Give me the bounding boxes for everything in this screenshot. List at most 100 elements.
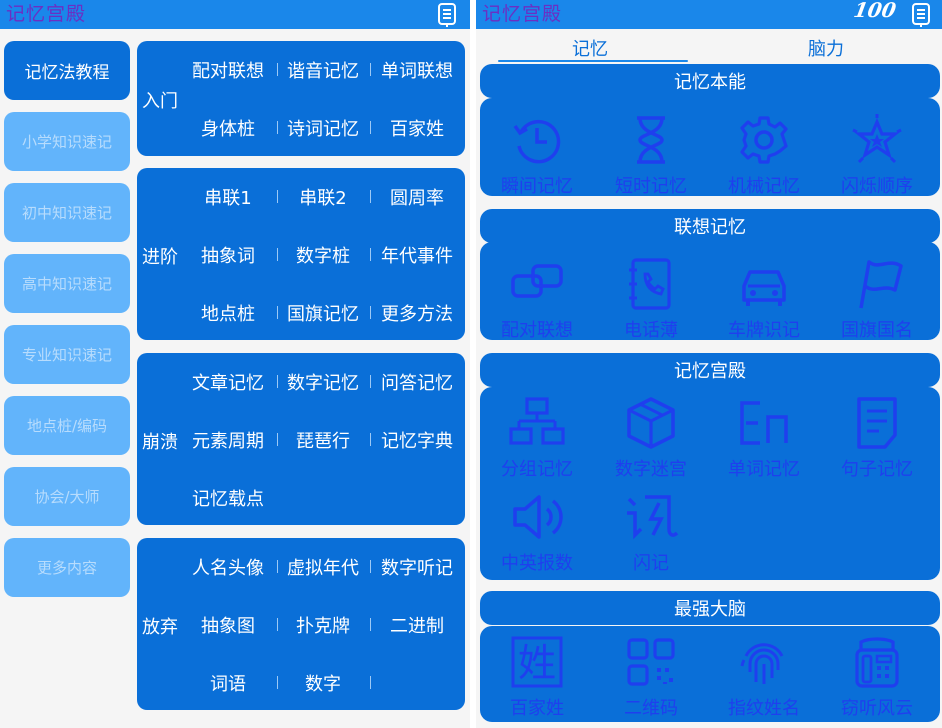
feature-item[interactable]: 窃听风云 [822, 626, 932, 719]
course-card: 放弃 人名头像 虚拟年代 数字听记 抽象图 扑克牌 二进制 词语 数字 [137, 538, 465, 710]
feature-label: 中英报数 [501, 553, 573, 574]
feature-label: 数字迷宫 [615, 459, 687, 480]
document-icon [857, 397, 897, 449]
course-item[interactable]: 抽象图 [180, 612, 276, 638]
course-item[interactable]: 元素周期 [180, 427, 276, 453]
qr-code-icon [627, 638, 675, 686]
sidebar-item[interactable]: 小学知识速记 [4, 112, 130, 171]
logo-100: 100 [851, 0, 898, 22]
tab-memory[interactable]: 记忆 [572, 35, 608, 61]
menu-icon[interactable] [436, 2, 458, 28]
course-item[interactable]: 数字 [275, 670, 371, 696]
feature-label: 二维码 [624, 698, 678, 719]
course-card: 入门 配对联想 谐音记忆 单词联想 身体桩 诗词记忆 百家姓 [137, 41, 465, 156]
feature-label: 瞬间记忆 [501, 176, 573, 197]
course-item[interactable]: 串联2 [275, 184, 371, 210]
surname-char-icon: 姓 [511, 636, 563, 688]
course-level-label: 进阶 [142, 247, 178, 268]
course-item[interactable]: 文章记忆 [180, 369, 276, 395]
surname-char: 姓 [518, 641, 556, 685]
feature-item[interactable]: 闪烁顺序 [822, 104, 932, 197]
sparkle-star-icon [852, 114, 902, 164]
section-header: 最强大脑 [480, 591, 940, 625]
sidebar-item[interactable]: 记忆法教程 [4, 41, 130, 100]
course-item[interactable]: 圆周率 [369, 184, 465, 210]
hourglass-icon [637, 116, 665, 164]
course-item[interactable]: 身体桩 [180, 115, 276, 141]
feature-label: 指纹姓名 [728, 698, 800, 719]
course-item[interactable]: 串联1 [180, 184, 276, 210]
feature-label: 车牌识记 [728, 320, 800, 341]
course-item[interactable]: 更多方法 [369, 300, 465, 326]
section-header: 记忆宫殿 [480, 353, 940, 387]
feature-item[interactable]: 姓百家姓 [482, 626, 592, 719]
sidebar-item[interactable]: 初中知识速记 [4, 183, 130, 242]
sidebar-item[interactable]: 协会/大师 [4, 467, 130, 526]
feature-item[interactable]: 中英报数 [482, 481, 592, 574]
course-item[interactable]: 单词联想 [369, 57, 465, 83]
menu-icon-right[interactable] [910, 2, 932, 28]
course-card: 崩溃 文章记忆 数字记忆 问答记忆 元素周期 琵琶行 记忆字典 记忆载点 [137, 353, 465, 525]
tab-bar: 记忆 脑力 [476, 29, 942, 63]
course-item[interactable]: 国旗记忆 [275, 300, 371, 326]
course-item[interactable]: 地点桩 [180, 300, 276, 326]
sidebar-item[interactable]: 更多内容 [4, 538, 130, 597]
course-item[interactable]: 二进制 [369, 612, 465, 638]
phonebook-icon [629, 258, 671, 310]
app-title: 记忆宫殿 [6, 3, 87, 25]
item-separator [370, 676, 371, 689]
feature-item[interactable]: 指纹姓名 [709, 626, 819, 719]
course-item[interactable]: 人名头像 [180, 554, 276, 580]
course-item[interactable]: 配对联想 [180, 57, 276, 83]
feature-item[interactable]: 短时记忆 [596, 104, 706, 197]
car-icon [742, 270, 786, 306]
course-item[interactable]: 扑克牌 [275, 612, 371, 638]
section-header: 记忆本能 [480, 64, 940, 98]
course-item[interactable]: 词语 [180, 670, 276, 696]
course-item[interactable]: 记忆字典 [369, 427, 465, 453]
feature-label: 句子记忆 [841, 459, 913, 480]
feature-label: 短时记忆 [615, 176, 687, 197]
course-item[interactable]: 数字桩 [275, 242, 371, 268]
feature-item[interactable]: 车牌识记 [709, 248, 819, 341]
course-item[interactable]: 虚拟年代 [275, 554, 371, 580]
feature-label: 窃听风云 [841, 698, 913, 719]
fingerprint-icon [740, 643, 784, 684]
feature-item[interactable]: 二维码 [596, 626, 706, 719]
sidebar-item[interactable]: 高中知识速记 [4, 254, 130, 313]
course-item[interactable]: 琵琶行 [275, 427, 371, 453]
feature-item[interactable]: 分组记忆 [482, 387, 592, 480]
course-item[interactable]: 百家姓 [369, 115, 465, 141]
feature-item[interactable]: 国旗国名 [822, 248, 932, 341]
link-icon [511, 264, 563, 298]
course-item[interactable]: 抽象词 [180, 242, 276, 268]
course-item[interactable]: 记忆载点 [180, 485, 276, 511]
letters-en-icon [740, 401, 788, 445]
flash-memo-icon [627, 495, 679, 540]
tab-brainpower[interactable]: 脑力 [808, 35, 844, 61]
feature-item[interactable]: 配对联想 [482, 248, 592, 341]
course-item[interactable]: 数字记忆 [275, 369, 371, 395]
app-bar-right: 记忆宫殿 100 [476, 0, 942, 29]
feature-item[interactable]: 机械记忆 [709, 104, 819, 197]
app-bar: 记忆宫殿 [0, 0, 470, 29]
course-item[interactable]: 问答记忆 [369, 369, 465, 395]
feature-item[interactable]: 瞬间记忆 [482, 104, 592, 197]
course-item[interactable]: 数字听记 [369, 554, 465, 580]
course-item[interactable]: 年代事件 [369, 242, 465, 268]
course-item[interactable]: 诗词记忆 [275, 115, 371, 141]
feature-label: 分组记忆 [501, 459, 573, 480]
feature-label: 配对联想 [501, 320, 573, 341]
feature-item[interactable]: 数字迷宫 [596, 387, 706, 480]
sidebar-item[interactable]: 专业知识速记 [4, 325, 130, 384]
feature-label: 机械记忆 [728, 176, 800, 197]
feature-item[interactable]: 单词记忆 [709, 387, 819, 480]
history-clock-icon [513, 119, 561, 164]
course-item[interactable]: 谐音记忆 [275, 57, 371, 83]
feature-item[interactable]: 电话薄 [596, 248, 706, 341]
sidebar-item[interactable]: 地点桩/编码 [4, 396, 130, 455]
gear-icon [740, 116, 788, 164]
feature-item[interactable]: 闪记 [596, 481, 706, 574]
feature-label: 国旗国名 [841, 320, 913, 341]
feature-item[interactable]: 句子记忆 [822, 387, 932, 480]
